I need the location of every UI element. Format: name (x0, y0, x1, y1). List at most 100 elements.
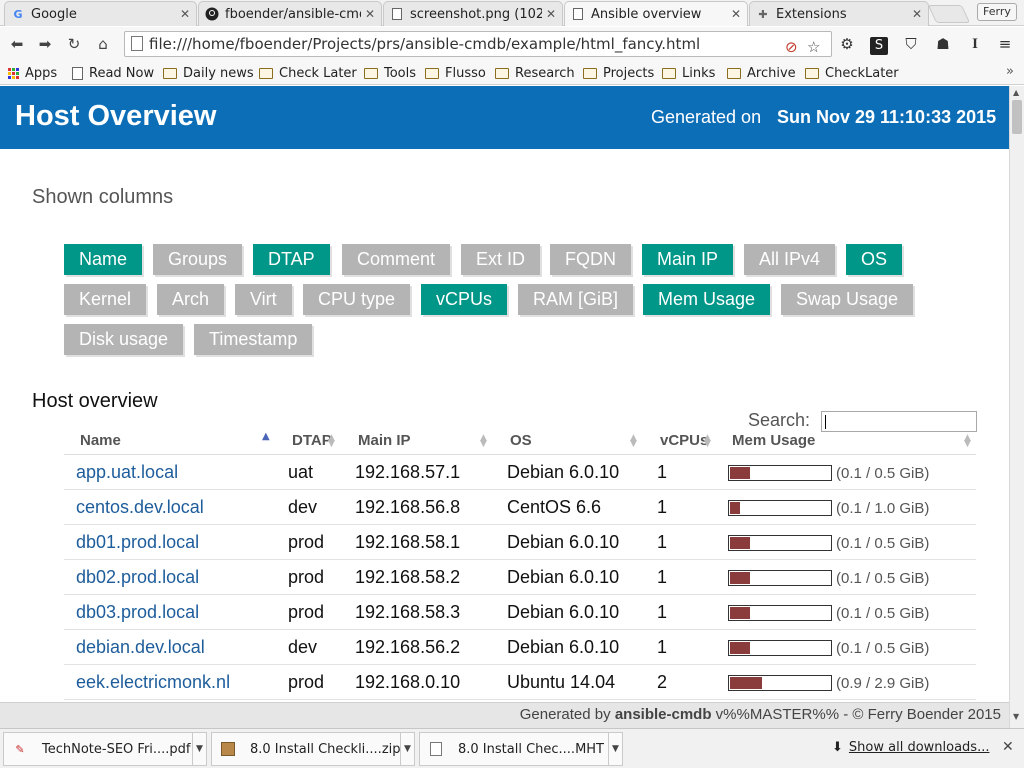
reload-icon[interactable]: ↻ (63, 33, 85, 55)
sort-icon[interactable]: ▲ ▼ (328, 434, 335, 449)
th-os[interactable]: OS (510, 432, 532, 449)
chevron-down-icon[interactable]: ▼ (608, 733, 622, 765)
column-toggle-kernel[interactable]: Kernel (64, 284, 147, 315)
download-item-zip[interactable]: 8.0 Install Checkli....zip ▼ (211, 732, 415, 766)
host-main-ip: 192.168.58.2 (355, 567, 461, 587)
th-mem-usage[interactable]: Mem Usage (732, 432, 815, 449)
tab-screenshot[interactable]: screenshot.png (1024 ✕ (383, 1, 563, 26)
bookmark-label: Check Later (279, 65, 357, 81)
github-icon (205, 7, 219, 21)
close-icon[interactable]: ✕ (731, 7, 741, 21)
bookmark-read-now[interactable]: Read Now (72, 64, 154, 82)
column-toggle-virt[interactable]: Virt (235, 284, 292, 315)
tab-title: Google (31, 6, 77, 22)
vertical-scrollbar[interactable]: ▲ ▼ (1009, 86, 1024, 728)
host-name-link[interactable]: eek.electricmonk.nl (76, 672, 230, 693)
scroll-down-icon[interactable]: ▼ (1013, 712, 1019, 721)
new-tab-button[interactable] (927, 5, 971, 23)
bookmark-flusso[interactable]: Flusso (425, 64, 486, 82)
column-toggle-main-ip[interactable]: Main IP (642, 244, 734, 275)
folder-icon (727, 67, 741, 79)
download-item-mht[interactable]: 8.0 Install Chec....MHT ▼ (419, 732, 623, 766)
column-toggle-ext-id[interactable]: Ext ID (461, 244, 541, 275)
bookmark-research[interactable]: Research (495, 64, 575, 82)
bookmark-check-later[interactable]: Check Later (259, 64, 357, 82)
column-toggle-mem-usage[interactable]: Mem Usage (643, 284, 771, 315)
host-name-link[interactable]: db01.prod.local (76, 532, 199, 553)
back-icon[interactable]: ⬅ (6, 33, 28, 55)
tab-google[interactable]: G Google ✕ (4, 1, 197, 26)
bookmark-label: Links (682, 65, 716, 81)
address-bar[interactable]: file:///home/fboender/Projects/prs/ansib… (124, 31, 832, 57)
tab-extensions[interactable]: ✚ Extensions ✕ (749, 1, 929, 26)
th-dtap[interactable]: DTAP (292, 432, 332, 449)
column-toggle-cpu-type[interactable]: CPU type (303, 284, 411, 315)
gear-icon[interactable]: ⚙ (836, 33, 858, 55)
chevron-down-icon[interactable]: ▼ (192, 733, 206, 765)
scrollbar-thumb[interactable] (1012, 100, 1022, 134)
folder-icon (805, 67, 819, 79)
menu-icon[interactable]: ≡ (994, 33, 1016, 55)
host-vcpus: 1 (657, 532, 668, 552)
shield-icon[interactable]: ⛉ (900, 33, 922, 55)
host-main-ip: 192.168.56.8 (355, 497, 461, 517)
scroll-up-icon[interactable]: ▲ (1013, 88, 1019, 97)
sort-icon[interactable]: ▲ ▼ (480, 434, 487, 449)
th-name[interactable]: Name (80, 432, 121, 449)
chevron-down-icon[interactable]: ▼ (400, 733, 414, 765)
column-toggle-arch[interactable]: Arch (157, 284, 225, 315)
sort-asc-icon[interactable]: ▲ (262, 432, 270, 442)
show-all-downloads-link[interactable]: ⬇ Show all downloads... (832, 740, 989, 755)
column-toggle-name[interactable]: Name (64, 244, 143, 275)
tab-title: screenshot.png (1024 (410, 6, 542, 22)
column-toggle-ram-gib[interactable]: RAM [GiB] (518, 284, 634, 315)
column-toggle-os[interactable]: OS (846, 244, 903, 275)
host-name-link[interactable]: debian.dev.local (76, 637, 205, 658)
generated-date: Sun Nov 29 11:10:33 2015 (777, 107, 997, 127)
column-toggle-comment[interactable]: Comment (342, 244, 451, 275)
bookmark-archive[interactable]: Archive (727, 64, 796, 82)
bookmark-apps[interactable]: Apps (8, 64, 57, 82)
column-toggle-timestamp[interactable]: Timestamp (194, 324, 313, 355)
host-dtap: uat (288, 462, 314, 482)
th-vcpus[interactable]: vCPUs (660, 432, 708, 449)
sort-icon[interactable]: ▲ ▼ (704, 434, 711, 449)
close-icon[interactable]: ✕ (546, 7, 556, 21)
home-icon[interactable]: ⌂ (92, 33, 114, 55)
bookmark-tools[interactable]: Tools (364, 64, 416, 82)
blocked-icon[interactable]: ⊘ (785, 35, 798, 59)
sort-icon[interactable]: ▲ ▼ (964, 434, 971, 449)
bookmark-daily-news[interactable]: Daily news (163, 64, 254, 82)
tab-github[interactable]: fboender/ansible-cmdb ✕ (198, 1, 382, 26)
ghost-icon[interactable]: ☗ (932, 33, 954, 55)
close-icon[interactable]: ✕ (180, 7, 190, 21)
column-toggle-disk-usage[interactable]: Disk usage (64, 324, 184, 355)
column-toggle-groups[interactable]: Groups (153, 244, 243, 275)
column-toggle-vcpus[interactable]: vCPUs (421, 284, 508, 315)
download-item-pdf[interactable]: ✎ TechNote-SEO Fri....pdf ▼ (3, 732, 207, 766)
host-name-link[interactable]: app.uat.local (76, 462, 178, 483)
column-toggle-dtap[interactable]: DTAP (253, 244, 330, 275)
bookmark-projects[interactable]: Projects (583, 64, 654, 82)
mem-usage-bar (728, 675, 832, 691)
host-name-link[interactable]: centos.dev.local (76, 497, 204, 518)
host-name-link[interactable]: db02.prod.local (76, 567, 199, 588)
close-icon[interactable]: ✕ (912, 7, 922, 21)
host-name-link[interactable]: db03.prod.local (76, 602, 199, 623)
close-icon[interactable]: ✕ (1002, 739, 1014, 755)
star-icon[interactable]: ☆ (807, 35, 820, 59)
column-toggle-fqdn[interactable]: FQDN (550, 244, 631, 275)
forward-icon[interactable]: ➡ (34, 33, 56, 55)
bookmark-links[interactable]: Links (662, 64, 715, 82)
profile-button[interactable]: Ferry (977, 3, 1017, 21)
tab-ansible-overview[interactable]: Ansible overview ✕ (564, 1, 748, 26)
sort-icon[interactable]: ▲ ▼ (630, 434, 637, 449)
th-main-ip[interactable]: Main IP (358, 432, 411, 449)
bookmark-checklater[interactable]: CheckLater (805, 64, 899, 82)
instapaper-icon[interactable]: I (964, 33, 986, 55)
close-icon[interactable]: ✕ (365, 7, 375, 21)
extension-s-icon[interactable]: S (868, 33, 890, 55)
column-toggle-swap-usage[interactable]: Swap Usage (781, 284, 914, 315)
chevron-right-icon[interactable]: » (1006, 64, 1014, 79)
column-toggle-all-ipv4[interactable]: All IPv4 (744, 244, 836, 275)
